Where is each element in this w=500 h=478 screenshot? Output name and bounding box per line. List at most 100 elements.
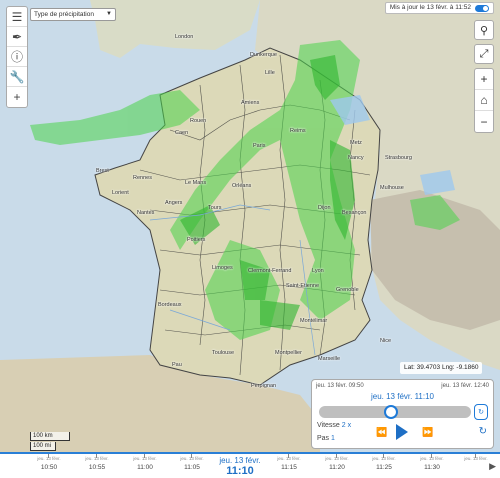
scale-bar: 100 km 100 mi	[30, 432, 70, 451]
timeline-tick[interactable]: jeu. 13 févr. 10:55	[77, 454, 117, 471]
city-label: Amiens	[241, 100, 260, 106]
search-button[interactable]: ⚲	[474, 20, 494, 40]
zoom-in-button[interactable]: +	[475, 69, 493, 90]
timeline-tick[interactable]: jeu. 13 févr. 10:50	[29, 454, 69, 471]
city-label: Perpignan	[251, 383, 277, 389]
speed-icon: ↻	[478, 409, 484, 416]
step-label: Pas	[317, 435, 330, 442]
city-label: London	[175, 34, 194, 40]
speed-value[interactable]: 2 x	[342, 422, 351, 429]
info-icon: ⓘ	[10, 50, 23, 64]
city-label: Mulhouse	[380, 185, 404, 191]
city-label: Nantes	[137, 210, 155, 216]
city-label: Pau	[172, 362, 182, 368]
timeline-bar[interactable]: jeu. 13 févr. 10:50 jeu. 13 févr. 10:55 je…	[0, 452, 500, 478]
coordinates-readout: Lat: 39.4703 Lng: -9.1860	[400, 362, 483, 374]
time-slider-knob[interactable]	[383, 405, 398, 419]
city-label: Tours	[208, 205, 222, 211]
city-label: Lyon	[312, 268, 324, 274]
fast-forward-icon: ⏩	[422, 427, 434, 437]
city-label: Brest	[96, 168, 109, 174]
city-label: Dunkerque	[250, 52, 277, 58]
update-label: Mis à jour le 13 févr. à 11:52	[389, 4, 471, 11]
city-label: Montpellier	[275, 350, 302, 356]
wrench-button[interactable]: 🔧	[7, 67, 27, 87]
play-button[interactable]	[396, 424, 408, 440]
city-label: Reims	[290, 128, 306, 134]
info-button[interactable]: ⓘ	[7, 47, 27, 67]
city-label: Clermont-Ferrand	[248, 268, 292, 274]
timeline-current-date: jeu. 13 févr.	[219, 456, 261, 465]
precipitation-type-label: Type de précipitation	[34, 11, 94, 18]
animation-player: jeu. 13 févr. 09:50 jeu. 13 févr. 12:40 …	[311, 379, 494, 449]
zoom-controls: + ⌂ −	[474, 68, 494, 133]
speed-label: Vitesse	[317, 422, 340, 429]
city-label: Paris	[253, 143, 266, 149]
city-label: Poitiers	[187, 237, 206, 243]
timeline-tick[interactable]: jeu. 13 févr. 11:30	[412, 454, 452, 471]
update-status: Mis à jour le 13 févr. à 11:52	[384, 2, 494, 14]
timeline-tick[interactable]: jeu. 13 févr. 11:00	[125, 454, 165, 471]
layers-button[interactable]: ☰	[7, 7, 27, 27]
eyedropper-button[interactable]: ✒	[7, 27, 27, 47]
timeline-tick[interactable]: jeu. 13 févr. 11:20	[317, 454, 357, 471]
home-button[interactable]: ⌂	[475, 90, 493, 111]
city-label: Lorient	[112, 190, 129, 196]
city-label: Nice	[380, 338, 392, 344]
step-value[interactable]: 1	[331, 435, 335, 442]
rewind-icon: ⏪	[376, 427, 388, 437]
precipitation-type-select[interactable]: Type de précipitation ▼	[30, 8, 116, 21]
timeline-tick[interactable]: jeu. 13 févr. 11:15	[269, 454, 309, 471]
add-button[interactable]: +	[7, 87, 27, 107]
layers-icon: ☰	[11, 9, 23, 24]
scale-km: 100 km	[30, 432, 70, 441]
forward-button[interactable]: ⏩	[422, 427, 433, 438]
auto-update-toggle[interactable]	[475, 4, 489, 12]
expand-icon: ⤢	[479, 47, 489, 60]
city-label: Strasbourg	[385, 155, 412, 161]
plus-icon: +	[480, 72, 488, 86]
refresh-icon: ↻	[478, 426, 487, 437]
home-icon: ⌂	[480, 93, 488, 107]
time-slider[interactable]	[319, 405, 471, 419]
zoom-out-button[interactable]: −	[475, 111, 493, 132]
minus-icon: −	[480, 114, 488, 129]
timeline-tick[interactable]: jeu. 13 févr. 11:05	[172, 454, 212, 471]
city-label: Toulouse	[212, 350, 235, 356]
rewind-button[interactable]: ⏪	[376, 427, 387, 438]
current-time: jeu. 13 févr. 11:10	[370, 392, 434, 401]
speed-toggle-button[interactable]: ↻	[474, 404, 488, 420]
map-tools: ☰ ✒ ⓘ 🔧 +	[6, 6, 28, 108]
city-label: Grenoble	[336, 287, 359, 293]
city-label: Montélimar	[300, 318, 328, 324]
search-icon: ⚲	[479, 24, 489, 37]
city-label: Limoges	[212, 265, 233, 271]
reset-button[interactable]: ↻	[479, 426, 487, 437]
city-label: Bordeaux	[158, 302, 182, 308]
city-label: Saint-Etienne	[286, 283, 320, 289]
fullscreen-button[interactable]: ⤢	[474, 44, 494, 64]
city-label: Dijon	[318, 205, 331, 211]
city-label: Rouen	[190, 118, 207, 124]
start-time: jeu. 13 févr. 09:50	[316, 383, 364, 389]
timeline-current-time: 11:10	[226, 465, 254, 477]
city-label: Orléans	[232, 183, 252, 189]
eyedropper-icon: ✒	[11, 29, 23, 44]
city-label: Angers	[165, 200, 183, 206]
city-label: Marseille	[318, 356, 341, 362]
city-label: Caen	[175, 130, 189, 136]
plus-icon: +	[13, 90, 21, 104]
city-label: Rennes	[133, 175, 152, 181]
timeline-current[interactable]: jeu. 13 févr. 11:10	[210, 454, 270, 477]
wrench-icon: 🔧	[9, 69, 25, 84]
city-label: Besançon	[342, 210, 367, 216]
timeline-tick[interactable]: jeu. 13 févr. 11:25	[364, 454, 404, 471]
city-label: Lille	[265, 70, 275, 76]
step-row: Pas 1	[317, 435, 335, 442]
city-label: Nancy	[348, 155, 364, 161]
scale-mi: 100 mi	[30, 442, 56, 451]
speed-row: Vitesse 2 x	[317, 422, 351, 429]
city-label: Le Mans	[185, 180, 207, 186]
chevron-right-icon[interactable]: ▶	[489, 461, 496, 472]
city-label: Metz	[350, 140, 362, 146]
